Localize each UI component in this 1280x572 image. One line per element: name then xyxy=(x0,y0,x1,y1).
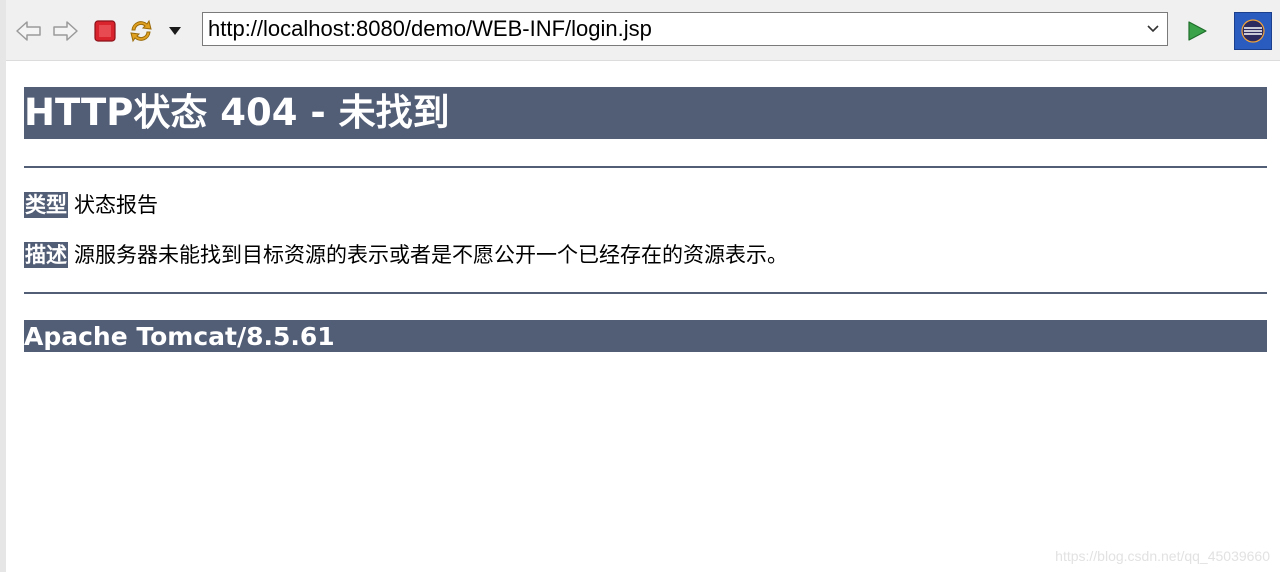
arrow-right-icon xyxy=(53,21,78,41)
description-row: 描述 源服务器未能找到目标资源的表示或者是不愿公开一个已经存在的资源表示。 xyxy=(24,240,1267,270)
page-title: HTTP状态 404 - 未找到 xyxy=(24,87,1267,139)
url-dropdown-button[interactable] xyxy=(1139,13,1167,45)
go-button[interactable] xyxy=(1182,16,1212,46)
triangle-down-icon xyxy=(169,27,181,35)
description-value: 源服务器未能找到目标资源的表示或者是不愿公开一个已经存在的资源表示。 xyxy=(74,243,788,267)
type-row: 类型 状态报告 xyxy=(24,190,1267,220)
history-dropdown-button[interactable] xyxy=(164,16,186,46)
error-page: HTTP状态 404 - 未找到 类型 状态报告 描述 源服务器未能找到目标资源的表… xyxy=(24,60,1267,352)
back-button[interactable] xyxy=(14,16,44,46)
url-input[interactable]: http://localhost:8080/demo/WEB-INF/login… xyxy=(203,16,1139,42)
refresh-icon xyxy=(130,19,152,43)
eclipse-button[interactable] xyxy=(1234,12,1272,50)
type-label: 类型 xyxy=(24,192,68,218)
type-value: 状态报告 xyxy=(74,193,158,217)
arrow-left-icon xyxy=(16,21,41,41)
play-icon xyxy=(1188,21,1207,41)
chevron-down-icon xyxy=(1147,25,1159,33)
browser-window: http://localhost:8080/demo/WEB-INF/login… xyxy=(0,0,1280,572)
browser-toolbar: http://localhost:8080/demo/WEB-INF/login… xyxy=(6,0,1280,61)
watermark: https://blog.csdn.net/qq_45039660 xyxy=(1055,548,1270,564)
divider xyxy=(24,166,1267,168)
description-label: 描述 xyxy=(24,242,68,268)
url-bar[interactable]: http://localhost:8080/demo/WEB-INF/login… xyxy=(202,12,1168,46)
refresh-button[interactable] xyxy=(126,16,156,46)
server-info: Apache Tomcat/8.5.61 xyxy=(24,320,1267,352)
stop-icon xyxy=(94,20,116,42)
divider xyxy=(24,292,1267,294)
forward-button[interactable] xyxy=(50,16,80,46)
stop-button[interactable] xyxy=(90,16,120,46)
eclipse-icon xyxy=(1241,19,1265,43)
